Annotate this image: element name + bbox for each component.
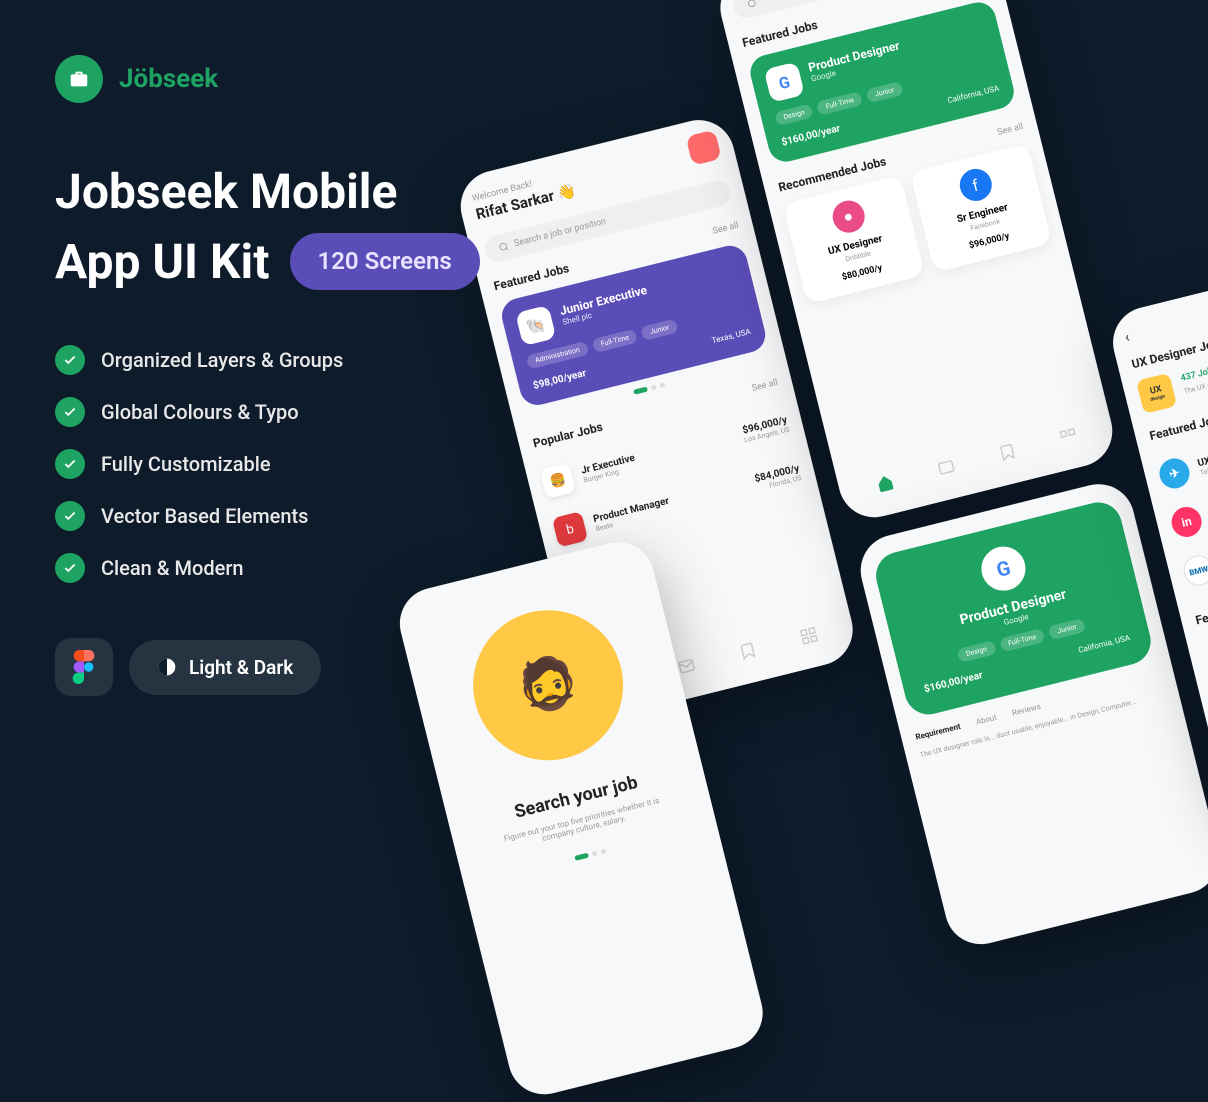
job-tag: Junior: [866, 81, 904, 103]
theme-mode-label: Light & Dark: [189, 656, 293, 679]
feature-item: Vector Based Elements: [55, 501, 575, 531]
contrast-icon: [157, 657, 177, 677]
feature-label: Global Colours & Typo: [101, 400, 299, 424]
feature-item: Clean & Modern: [55, 553, 575, 583]
feature-label: Organized Layers & Groups: [101, 348, 343, 372]
job-salary: $160,00/year: [781, 123, 842, 148]
feature-label: Clean & Modern: [101, 556, 244, 580]
recommended-card[interactable]: ● UX Designer Dribbble $80,000/y: [783, 175, 925, 304]
tab-requirement[interactable]: Requirement: [915, 722, 962, 742]
see-all-link[interactable]: See all: [751, 378, 779, 394]
screens-badge: 120 Screens: [290, 233, 480, 290]
search-icon: [746, 0, 758, 10]
nav-bookmark-icon[interactable]: [995, 440, 1019, 464]
job-tag: Full-Time: [999, 628, 1046, 652]
featured-heading: Featured Jobs: [1148, 411, 1208, 443]
check-icon: [55, 345, 85, 375]
hero-title-line1: Jobseek Mobile: [55, 163, 575, 221]
job-tag: Design: [774, 103, 814, 126]
nav-grid-icon[interactable]: [796, 624, 820, 648]
job-tag: Junior: [1048, 618, 1086, 640]
job-salary: $160,00/year: [923, 670, 984, 695]
nav-home-icon[interactable]: [873, 471, 897, 495]
job-tag: Junior: [641, 319, 679, 341]
job-tag: Design: [957, 640, 997, 663]
featured-heading: Featured: [1194, 602, 1208, 627]
job-location: Texas, USA: [711, 327, 752, 347]
list-item[interactable]: ✈ UX Designer Telegram: [1154, 397, 1208, 502]
brand-name: Jöbseek: [119, 64, 218, 94]
feature-item: Organized Layers & Groups: [55, 345, 575, 375]
company-logo-icon: f: [956, 166, 995, 205]
feature-item: Fully Customizable: [55, 449, 575, 479]
company-logo-icon: G: [977, 542, 1030, 595]
nav-bookmark-icon[interactable]: [735, 639, 759, 663]
job-location: California, USA: [947, 84, 1001, 107]
theme-mode-chip: Light & Dark: [129, 640, 321, 695]
check-icon: [55, 449, 85, 479]
job-location: California, USA: [1077, 633, 1131, 656]
ux-badge-icon: UXdesign: [1136, 373, 1177, 414]
company-logo-icon: ✈: [1156, 455, 1192, 491]
features-list: Organized Layers & Groups Global Colours…: [55, 345, 575, 583]
nav-mail-icon[interactable]: [934, 455, 958, 479]
feature-label: Vector Based Elements: [101, 504, 308, 528]
company-logo-icon: in: [1168, 504, 1204, 540]
check-icon: [55, 553, 85, 583]
phone-detail: G Product Designer Google Design Full-Ti…: [853, 477, 1208, 952]
back-icon[interactable]: ‹: [1123, 274, 1208, 346]
company-logo-icon: G: [764, 62, 805, 103]
tab-reviews[interactable]: Reviews: [1011, 702, 1042, 718]
feature-label: Fully Customizable: [101, 452, 271, 476]
feature-item: Global Colours & Typo: [55, 397, 575, 427]
hero-title-line2: App UI Kit: [55, 233, 270, 291]
job-tag: Full-Time: [591, 329, 638, 353]
recommended-card[interactable]: f Sr Engineer Facebook $96,000/y: [910, 143, 1052, 272]
check-icon: [55, 397, 85, 427]
job-title: UX Designer: [1196, 445, 1208, 469]
tab-about[interactable]: About: [975, 713, 998, 727]
see-all-link[interactable]: See all: [712, 221, 740, 237]
company-logo-icon: ●: [829, 197, 868, 236]
company-logo-icon: BMW: [1180, 552, 1208, 588]
see-all-link[interactable]: See all: [996, 122, 1024, 138]
nav-grid-icon[interactable]: [1056, 425, 1080, 449]
brand-logo-row: Jöbseek: [55, 55, 575, 103]
job-tag: Full-Time: [816, 91, 863, 115]
figma-icon: [55, 638, 113, 696]
brand-logo-icon: [55, 55, 103, 103]
check-icon: [55, 501, 85, 531]
